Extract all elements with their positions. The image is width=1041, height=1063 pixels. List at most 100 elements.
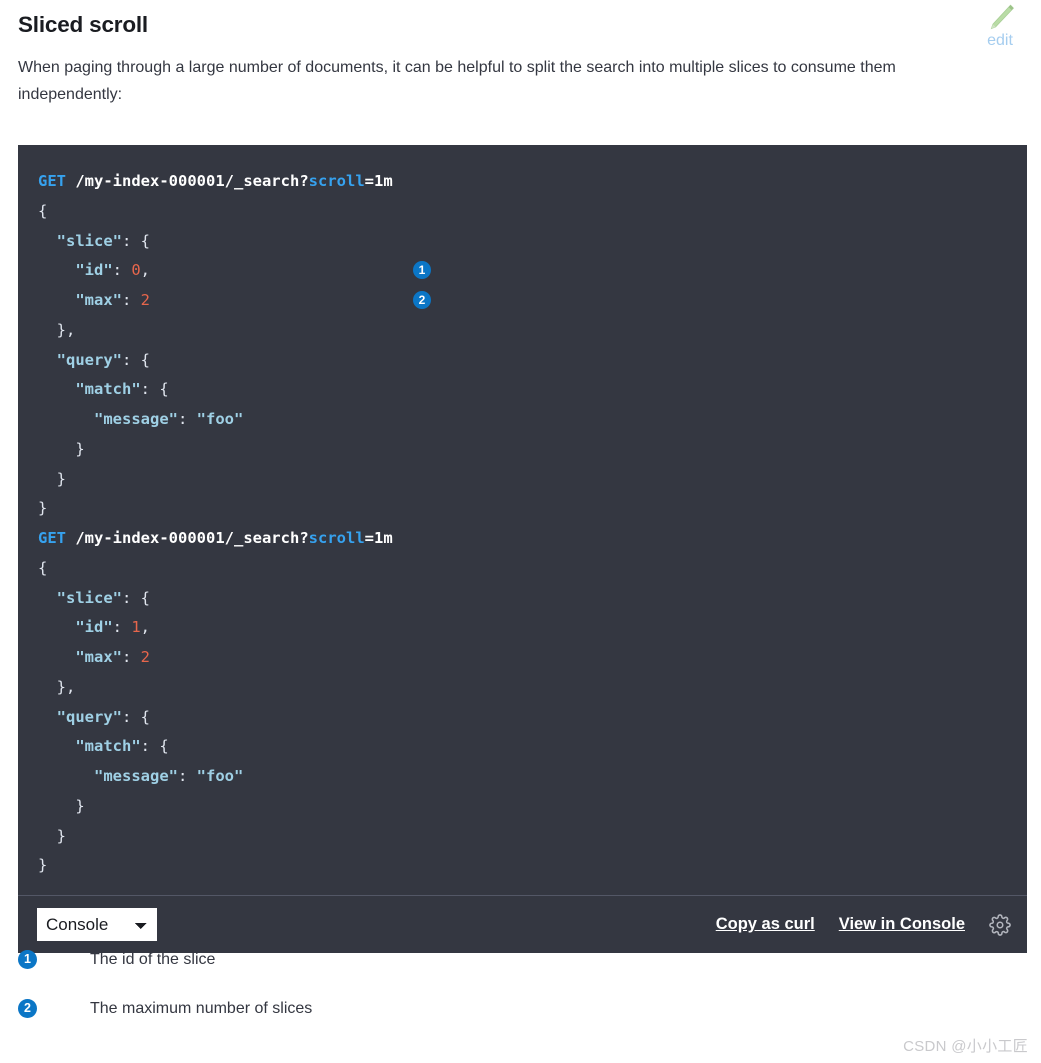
footnote-badge: 1 [18, 950, 37, 969]
code-token: 2 [140, 648, 151, 666]
code-line: "match": { [38, 375, 1007, 405]
code-line: GET /my-index-000001/_search?scroll=1m [38, 524, 1007, 554]
code-token: ? [299, 172, 309, 190]
code-token: "slice" [56, 231, 122, 250]
code-token: scroll [308, 172, 365, 190]
code-token: GET [38, 172, 66, 190]
code-token: scroll [308, 529, 365, 547]
code-token: "match" [75, 380, 141, 399]
code-token: : [178, 767, 197, 785]
code-line: "query": { [38, 346, 1007, 376]
code-snippet[interactable]: GET /my-index-000001/_search?scroll=1m{ … [38, 167, 1007, 881]
code-line: "id": 1, [38, 613, 1007, 643]
code-token: : { [122, 231, 150, 250]
code-token: ? [299, 529, 309, 547]
footnote-row: 2 The maximum number of slices [18, 997, 1018, 1020]
code-token: /my-index-000001/_search [75, 529, 300, 547]
footnotes-list: 1 The id of the slice 2 The maximum number … [18, 948, 1018, 1046]
code-line: "message": "foo" [38, 762, 1007, 792]
gear-icon[interactable] [987, 912, 1013, 938]
code-line: { [38, 197, 1007, 227]
code-line: "query": { [38, 703, 1007, 733]
doc-header: Sliced scroll When paging through a larg… [0, 0, 1041, 108]
code-token: } [38, 826, 66, 845]
code-token: } [38, 796, 85, 815]
code-line: GET /my-index-000001/_search?scroll=1m [38, 167, 1007, 197]
footnote-text: The maximum number of slices [90, 1000, 313, 1017]
code-line: "match": { [38, 732, 1007, 762]
code-callout-badge[interactable]: 1 [413, 261, 431, 280]
code-line: "max": 2 [38, 643, 1007, 673]
footnote-row: 1 The id of the slice [18, 948, 1018, 971]
code-token: "foo" [196, 767, 244, 785]
code-line: "message": "foo" [38, 405, 1007, 435]
documentation-page: Sliced scroll When paging through a larg… [0, 0, 1041, 1063]
language-select[interactable]: ConsolecURLPythonJavaScriptRubyGo [37, 908, 157, 941]
code-token: "message" [94, 767, 178, 785]
code-line: } [38, 792, 1007, 822]
code-token: : { [140, 737, 169, 756]
pencil-icon [983, 2, 1017, 36]
code-token: "slice" [56, 588, 122, 607]
code-token: "id" [75, 261, 113, 280]
edit-link[interactable]: edit [971, 2, 1029, 49]
code-token: }, [38, 677, 76, 696]
code-token: "query" [56, 350, 122, 369]
code-token: : [122, 648, 141, 666]
code-line: "slice": { [38, 584, 1007, 614]
code-token: "max" [75, 291, 122, 309]
intro-paragraph: When paging through a large number of do… [18, 59, 896, 103]
code-token: 2 [140, 291, 151, 309]
code-token: /my-index-000001/_search [75, 172, 300, 190]
code-line: } [38, 494, 1007, 524]
code-token: GET [38, 529, 66, 547]
footnote-badge: 2 [18, 999, 37, 1018]
code-token: } [38, 856, 48, 875]
code-token: { [38, 558, 48, 577]
code-token: : { [122, 350, 150, 369]
code-line: }, [38, 316, 1007, 346]
watermark: CSDN @小小工匠 [903, 1038, 1028, 1055]
code-line: } [38, 435, 1007, 465]
code-toolbar: ConsolecURLPythonJavaScriptRubyGo Copy a… [18, 895, 1027, 953]
code-token: : [112, 261, 132, 280]
code-line: "slice": { [38, 227, 1007, 257]
code-token: : { [122, 707, 150, 726]
copy-as-curl-link[interactable]: Copy as curl [716, 915, 815, 934]
code-token: , [140, 261, 151, 280]
code-token: } [38, 439, 85, 458]
code-block: GET /my-index-000001/_search?scroll=1m{ … [18, 145, 1027, 953]
code-token: "query" [56, 707, 122, 726]
code-token: } [38, 469, 66, 488]
code-token: "max" [75, 648, 122, 666]
code-token: =1m [364, 529, 393, 547]
view-in-console-link[interactable]: View in Console [839, 915, 965, 934]
code-token: "foo" [196, 410, 244, 428]
code-token: 1 [131, 618, 141, 637]
code-token: : [178, 410, 197, 428]
code-line: } [38, 465, 1007, 495]
code-token: { [38, 201, 48, 220]
code-token: "id" [75, 618, 113, 637]
code-token: : [122, 291, 141, 309]
code-line: "max": 2 2 [38, 286, 1007, 316]
code-token: : { [122, 588, 150, 607]
code-line: "id": 0, 1 [38, 256, 1007, 286]
code-line: }, [38, 673, 1007, 703]
edit-label: edit [987, 32, 1013, 49]
code-line: { [38, 554, 1007, 584]
code-token: } [38, 499, 48, 518]
code-callout-badge[interactable]: 2 [413, 291, 431, 309]
